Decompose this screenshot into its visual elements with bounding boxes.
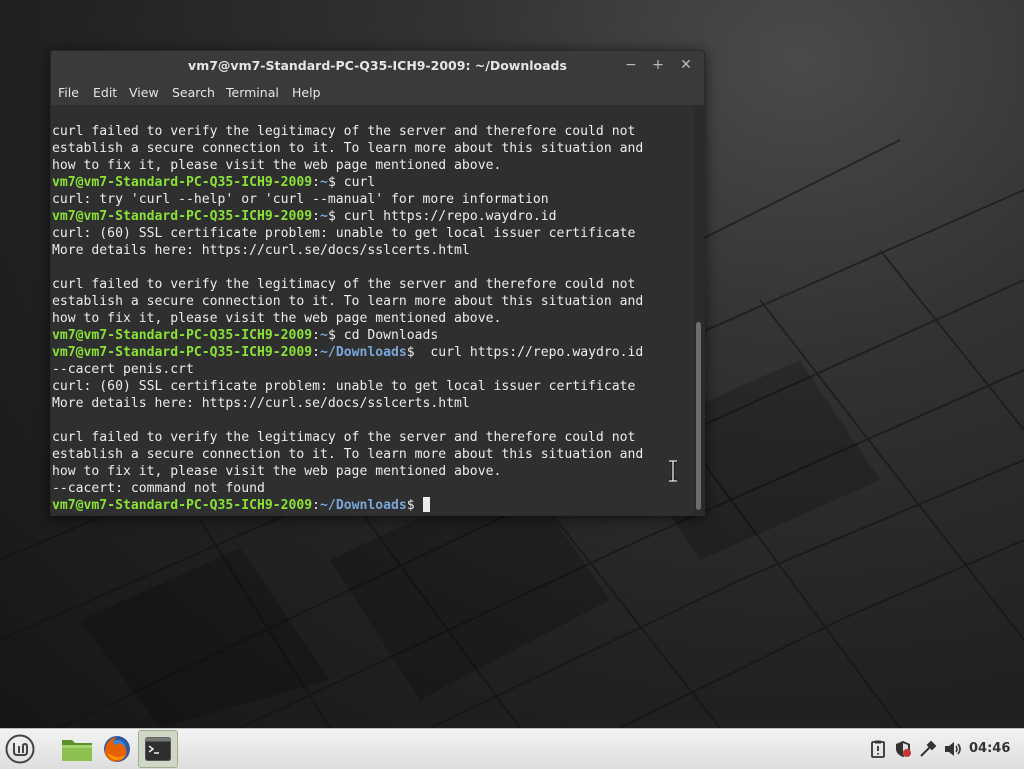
terminal-line: --cacert penis.crt: [52, 362, 194, 377]
prompt-user-host: vm7@vm7-Standard-PC-Q35-ICH9-2009: [52, 328, 313, 343]
maximize-button[interactable]: +: [649, 56, 667, 74]
clock[interactable]: 04:46: [969, 741, 1010, 756]
prompt-command: curl: [335, 175, 376, 190]
terminal-scrollbar[interactable]: [693, 105, 704, 515]
scrollbar-thumb[interactable]: [696, 322, 701, 510]
window-titlebar[interactable]: vm7@vm7-Standard-PC-Q35-ICH9-2009: ~/Dow…: [51, 51, 704, 79]
prompt-dollar: $: [327, 328, 336, 343]
prompt-user-host: vm7@vm7-Standard-PC-Q35-ICH9-2009: [52, 345, 313, 360]
prompt-dollar: $: [406, 498, 415, 513]
terminal-line: how to fix it, please visit the web page…: [52, 311, 502, 326]
terminal-line: More details here: https://curl.se/docs/…: [52, 396, 470, 411]
menu-terminal[interactable]: Terminal: [226, 85, 279, 100]
prompt-command: [415, 498, 423, 513]
prompt-path: ~/Downloads: [320, 498, 407, 513]
window-title: vm7@vm7-Standard-PC-Q35-ICH9-2009: ~/Dow…: [188, 58, 567, 73]
terminal-line: how to fix it, please visit the web page…: [52, 464, 502, 479]
terminal-prompt-line: vm7@vm7-Standard-PC-Q35-ICH9-2009:~$ cd …: [52, 327, 643, 344]
prompt-path: ~: [320, 175, 328, 190]
terminal-line: establish a secure connection to it. To …: [52, 141, 644, 156]
prompt-command: curl https://repo.waydro.id: [414, 345, 644, 360]
menu-bar: File Edit View Search Terminal Help: [51, 79, 704, 105]
terminal-icon: [145, 737, 171, 761]
terminal-prompt-line: vm7@vm7-Standard-PC-Q35-ICH9-2009:~/Down…: [52, 344, 643, 361]
shield-icon[interactable]: [893, 739, 913, 759]
terminal-output[interactable]: curl failed to verify the legitimacy of …: [51, 105, 693, 515]
terminal-window[interactable]: vm7@vm7-Standard-PC-Q35-ICH9-2009: ~/Dow…: [50, 50, 705, 516]
terminal-line: curl failed to verify the legitimacy of …: [52, 277, 636, 292]
close-button[interactable]: ✕: [677, 56, 695, 74]
linux-mint-menu-icon[interactable]: [4, 733, 36, 765]
menu-file[interactable]: File: [58, 85, 79, 100]
prompt-path: ~: [320, 209, 328, 224]
terminal-line: More details here: https://curl.se/docs/…: [52, 243, 470, 258]
text-cursor: [422, 497, 430, 512]
prompt-command: cd Downloads: [335, 328, 439, 343]
terminal-line: --cacert: command not found: [52, 481, 265, 496]
prompt-command: curl https://repo.waydro.id: [335, 209, 557, 224]
ibeam-cursor-icon: [669, 460, 677, 482]
terminal-prompt-line: vm7@vm7-Standard-PC-Q35-ICH9-2009:~/Down…: [52, 497, 643, 514]
prompt-separator: :: [312, 328, 321, 343]
terminal-line: curl failed to verify the legitimacy of …: [52, 430, 636, 445]
prompt-dollar: $: [327, 175, 336, 190]
taskbar: 04:46: [0, 728, 1024, 769]
menu-edit[interactable]: Edit: [93, 85, 117, 100]
prompt-dollar: $: [327, 209, 336, 224]
prompt-separator: :: [312, 175, 321, 190]
terminal-taskbar-button[interactable]: [138, 730, 178, 768]
terminal-line: how to fix it, please visit the web page…: [52, 158, 502, 173]
menu-help[interactable]: Help: [292, 85, 321, 100]
prompt-separator: :: [312, 209, 321, 224]
prompt-path: ~/Downloads: [320, 345, 407, 360]
terminal-line: curl failed to verify the legitimacy of …: [52, 124, 636, 139]
prompt-path: ~: [320, 328, 328, 343]
network-icon[interactable]: [918, 739, 938, 759]
prompt-user-host: vm7@vm7-Standard-PC-Q35-ICH9-2009: [52, 498, 313, 513]
terminal-prompt-line: vm7@vm7-Standard-PC-Q35-ICH9-2009:~$ cur…: [52, 208, 643, 225]
prompt-dollar: $: [406, 345, 415, 360]
terminal-line: curl: try 'curl --help' or 'curl --manua…: [52, 192, 549, 207]
minimize-button[interactable]: −: [622, 56, 640, 74]
firefox-icon[interactable]: [101, 733, 133, 765]
prompt-separator: :: [312, 345, 321, 360]
terminal-line: curl: (60) SSL certificate problem: unab…: [52, 226, 636, 241]
menu-view[interactable]: View: [129, 85, 159, 100]
prompt-separator: :: [312, 498, 321, 513]
volume-icon[interactable]: [943, 739, 963, 759]
terminal-line: curl: (60) SSL certificate problem: unab…: [52, 379, 636, 394]
folder-icon[interactable]: [60, 735, 94, 763]
prompt-user-host: vm7@vm7-Standard-PC-Q35-ICH9-2009: [52, 209, 313, 224]
terminal-line: establish a secure connection to it. To …: [52, 447, 644, 462]
clipboard-icon[interactable]: [868, 739, 888, 759]
terminal-prompt-line: vm7@vm7-Standard-PC-Q35-ICH9-2009:~$ cur…: [52, 174, 643, 191]
terminal-line: establish a secure connection to it. To …: [52, 294, 644, 309]
prompt-user-host: vm7@vm7-Standard-PC-Q35-ICH9-2009: [52, 175, 313, 190]
menu-search[interactable]: Search: [172, 85, 215, 100]
